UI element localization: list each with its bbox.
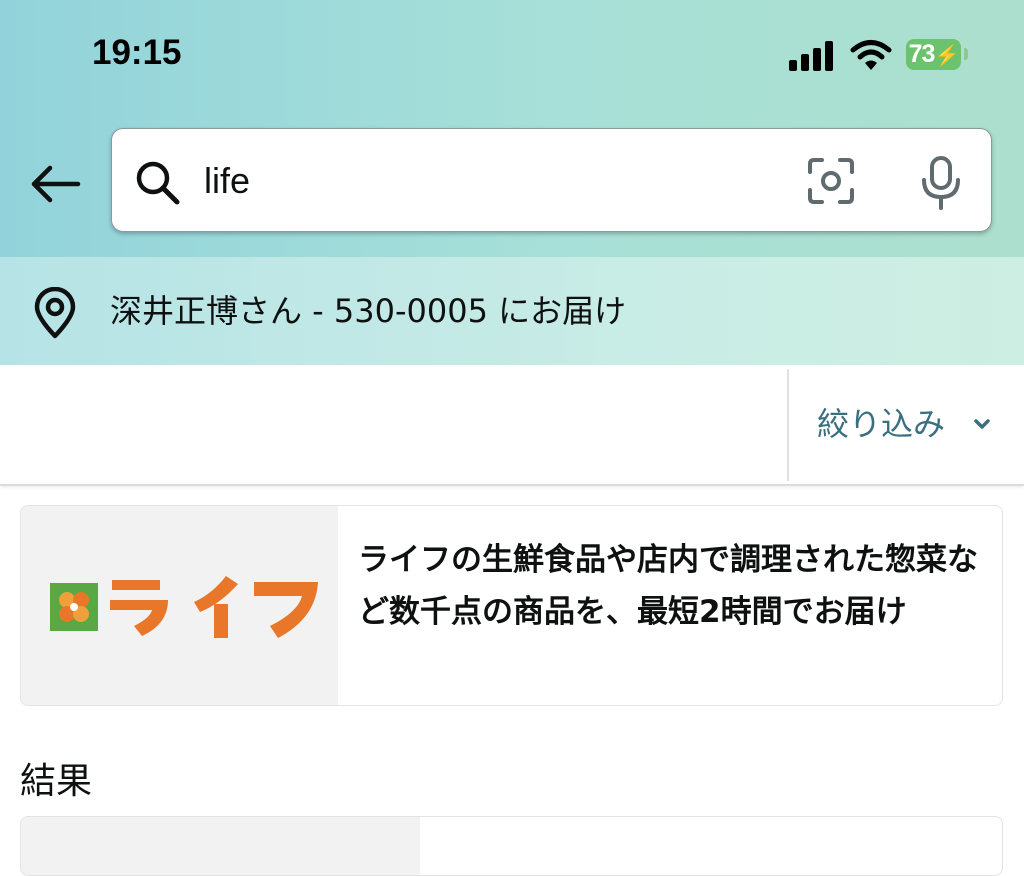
search-input[interactable]: life — [111, 128, 992, 232]
battery-icon: 73⚡ — [906, 39, 961, 70]
delivery-location-bar[interactable]: 深井正博さん - 530-0005 にお届け — [0, 257, 1024, 365]
promo-description: ライフの生鮮食品や店内で調理された惣菜など数千点の商品を、最短2時間でお届け — [358, 542, 978, 630]
camera-icon[interactable] — [806, 156, 856, 206]
microphone-icon[interactable] — [918, 156, 964, 210]
results-heading: 結果 — [20, 761, 93, 802]
header-background: 19:15 73⚡ life — [0, 0, 1024, 257]
promo-banner[interactable]: ライフの生鮮食品や店内で調理された惣菜など数千点の商品を、最短2時間でお届け — [20, 505, 1003, 706]
search-icon — [136, 161, 180, 205]
filter-label: 絞り込み — [817, 405, 946, 443]
signal-icon — [789, 41, 835, 71]
result-image — [21, 817, 420, 875]
charging-bolt-icon: ⚡ — [934, 45, 959, 67]
location-pin-icon — [34, 287, 76, 339]
life-logo — [21, 506, 338, 705]
life-logo-text — [110, 576, 318, 638]
filter-bar: 絞り込み — [0, 365, 1024, 486]
filter-button[interactable]: 絞り込み — [790, 365, 1024, 484]
clover-logo-icon — [50, 583, 98, 631]
battery-tip — [964, 48, 968, 60]
delivery-address: 深井正博さん - 530-0005 にお届け — [110, 292, 627, 330]
battery-level: 73 — [908, 40, 936, 68]
result-item[interactable] — [20, 816, 1003, 876]
wifi-icon — [850, 40, 892, 70]
search-query[interactable]: life — [204, 129, 250, 233]
chevron-down-icon — [974, 419, 990, 429]
back-arrow-icon[interactable] — [28, 162, 82, 206]
divider — [787, 369, 789, 481]
status-time: 19:15 — [92, 33, 182, 72]
